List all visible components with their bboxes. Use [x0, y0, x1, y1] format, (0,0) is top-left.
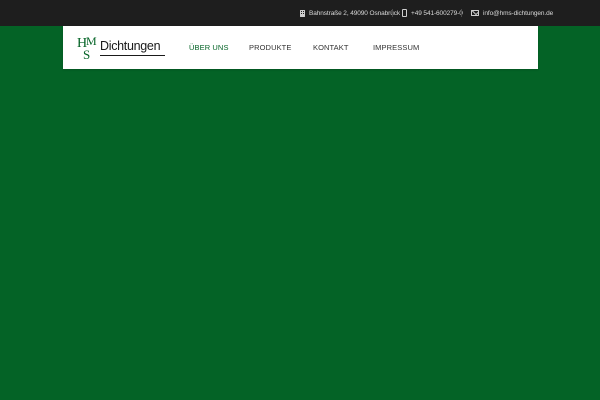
- mail-icon: [471, 10, 479, 16]
- phone-text[interactable]: +49 541-600279-0: [411, 10, 463, 17]
- email-info[interactable]: info@hms-dichtungen.de: [471, 0, 553, 26]
- nav-item-impressum[interactable]: IMPRESSUM: [373, 26, 419, 69]
- logo-underline: [100, 55, 165, 56]
- address-info: Bahnstraße 2, 49090 Osnabrück: [300, 0, 400, 26]
- separator: [392, 9, 393, 17]
- nav-item-ueber-uns[interactable]: ÜBER UNS: [189, 26, 229, 69]
- nav-item-produkte[interactable]: PRODUKTE: [249, 26, 291, 69]
- building-icon: [300, 9, 305, 17]
- hero-area: [0, 69, 600, 400]
- svg-text:M: M: [86, 34, 97, 48]
- nav-item-kontakt[interactable]: KONTAKT: [313, 26, 349, 69]
- phone-info[interactable]: +49 541-600279-0: [402, 0, 463, 26]
- main-navbar: H M S Dichtungen ÜBER UNS PRODUKTE KONTA…: [63, 26, 538, 69]
- logo[interactable]: H M S Dichtungen: [77, 32, 169, 64]
- separator: [461, 9, 462, 17]
- email-text[interactable]: info@hms-dichtungen.de: [483, 10, 553, 17]
- address-text: Bahnstraße 2, 49090 Osnabrück: [309, 9, 401, 17]
- svg-text:S: S: [83, 47, 90, 62]
- page: Bahnstraße 2, 49090 Osnabrück +49 541-60…: [0, 0, 600, 400]
- phone-icon: [402, 9, 407, 17]
- hms-monogram: H M S: [77, 34, 97, 62]
- logo-text: Dichtungen: [100, 39, 161, 53]
- top-info-bar: Bahnstraße 2, 49090 Osnabrück +49 541-60…: [0, 0, 600, 26]
